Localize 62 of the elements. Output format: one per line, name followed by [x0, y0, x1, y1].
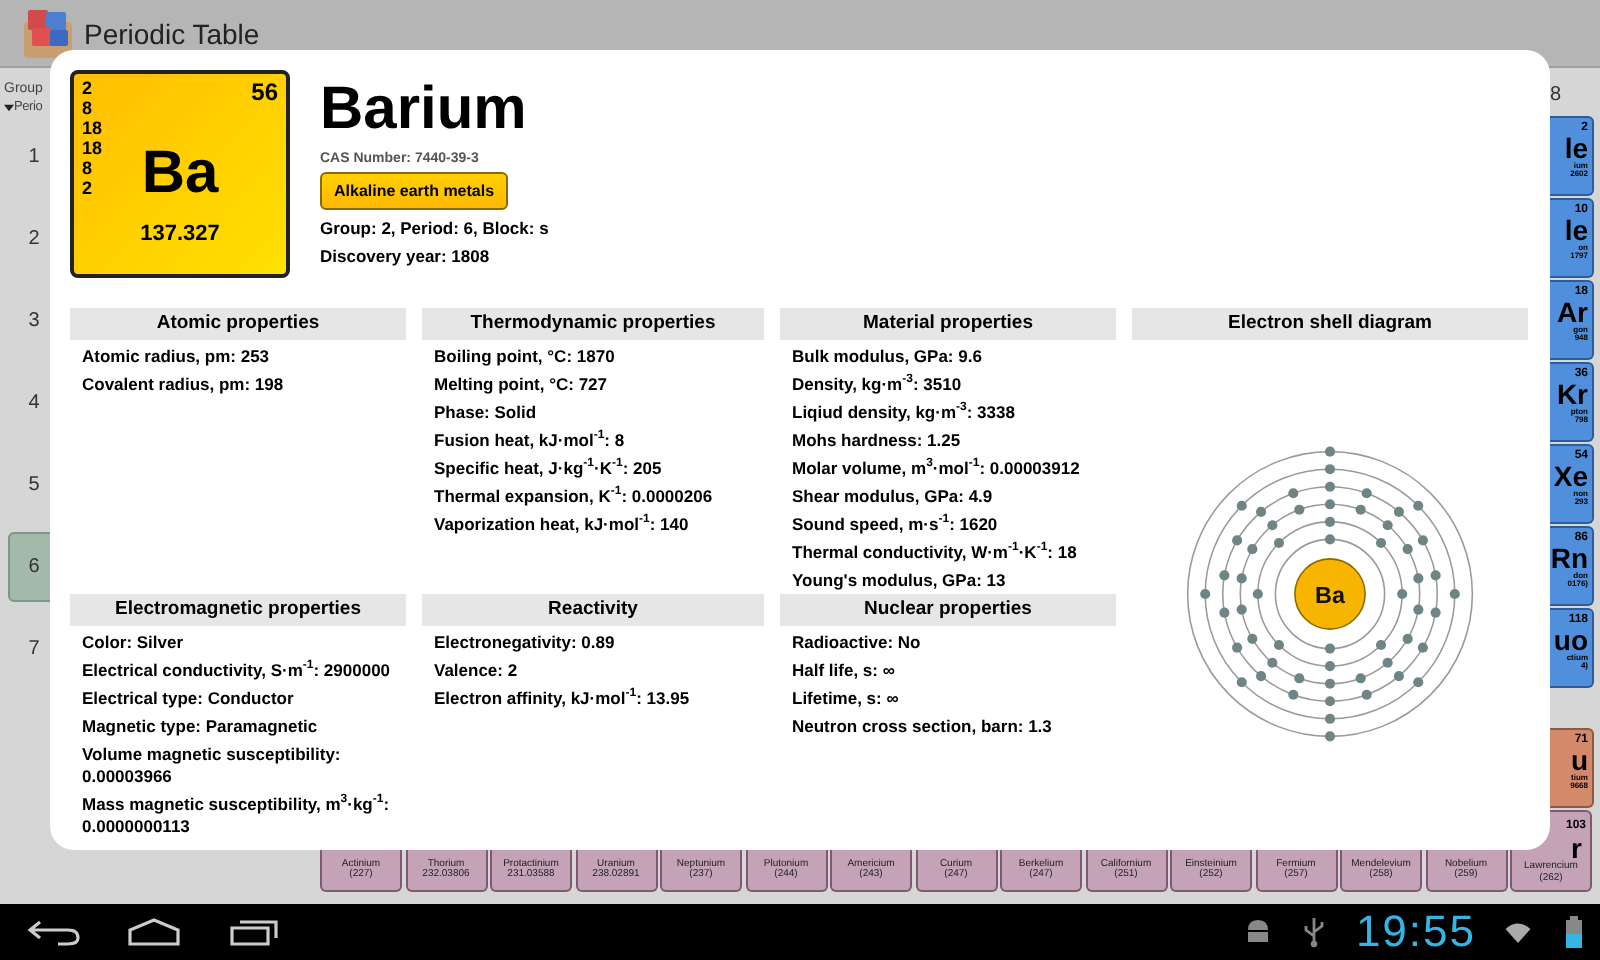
robot-icon	[1243, 916, 1272, 948]
shell-count: 8	[82, 158, 95, 178]
section-header: Material properties	[780, 308, 1116, 340]
property-text: Mass magnetic susceptibility, m$^{3}$·kg$^{-1}$: 0.0000000113	[80, 792, 392, 840]
property-text: Density, kg·m$^{-3}$: 3510	[790, 372, 964, 398]
property-text: Lifetime, s: ∞	[790, 686, 901, 712]
property-text: Covalent radius, pm: 198	[80, 372, 286, 398]
property-text: Valence: 2	[432, 658, 520, 684]
atomic-mass: 137.327	[140, 222, 220, 246]
discovery-text: Discovery year: 1808	[320, 246, 490, 266]
property-text: Atomic radius, pm: 253	[80, 344, 272, 370]
classification-text: Group: 2, Period: 6, Block: s	[320, 218, 549, 238]
shell-count: 18	[82, 118, 103, 138]
property-text: Melting point, °C: 727	[432, 372, 610, 398]
shell-count: 2	[82, 178, 95, 198]
shell-count: 8	[82, 98, 95, 118]
section-header: Electromagnetic properties	[70, 594, 406, 626]
cards-icon[interactable]	[20, 5, 76, 61]
property-text: Sound speed, m·s$^{-1}$: 1620	[790, 512, 1000, 538]
property-text: Molar volume, m$^{3}$·mol$^{-1}$: 0.00003912	[790, 456, 1082, 482]
element-name: Barium	[320, 74, 527, 146]
app-title: Periodic Table	[84, 17, 260, 49]
usb-icon	[1299, 916, 1328, 948]
property-text: Electronegativity: 0.89	[432, 630, 617, 656]
property-text: Mohs hardness: 1.25	[790, 428, 963, 454]
group-number: 8	[1550, 82, 1564, 110]
battery-icon	[1560, 916, 1588, 948]
section-header: Nuclear properties	[780, 594, 1116, 626]
back-icon[interactable]	[24, 916, 84, 948]
section-header: Electron shell diagram	[1132, 308, 1528, 340]
property-text: Phase: Solid	[432, 400, 539, 426]
atomic-number: 56	[251, 78, 278, 106]
property-text: Fusion heat, kJ·mol$^{-1}$: 8	[432, 428, 627, 454]
property-text: Specific heat, J·kg$^{-1}$·K$^{-1}$: 205	[432, 456, 664, 482]
property-text: Liqiud density, kg·m$^{-3}$: 3338	[790, 400, 1017, 426]
clock: 19:55	[1355, 906, 1476, 958]
home-icon[interactable]	[124, 916, 184, 948]
property-text: Electron affinity, kJ·mol$^{-1}$: 13.95	[432, 686, 692, 712]
property-text: Thermal expansion, K$^{-1}$: 0.0000206	[432, 484, 715, 510]
section-header: Reactivity	[422, 594, 764, 626]
shell-count: 2	[82, 78, 95, 98]
property-text: Color: Silver	[80, 630, 186, 656]
section-header: Atomic properties	[70, 308, 406, 340]
property-text: Electrical type: Conductor	[80, 686, 296, 712]
property-text: Boiling point, °C: 1870	[432, 344, 617, 370]
property-text: Shear modulus, GPa: 4.9	[790, 484, 995, 510]
property-text: Half life, s: ∞	[790, 658, 897, 684]
property-text: Bulk modulus, GPa: 9.6	[790, 344, 984, 370]
recent-apps-icon[interactable]	[224, 916, 284, 948]
property-text: Young's modulus, GPa: 13	[790, 568, 1008, 594]
caret-icon	[4, 103, 14, 111]
shell-count: 18	[82, 138, 103, 158]
property-text: Electrical conductivity, S·m$^{-1}$: 2900000	[80, 658, 393, 684]
category-badge[interactable]: Alkaline earth metals	[320, 172, 509, 210]
property-text: Volume magnetic susceptibility: 0.00003966	[80, 742, 343, 790]
section-header: Thermodynamic properties	[422, 308, 764, 340]
property-text: Magnetic type: Paramagnetic	[80, 714, 320, 740]
property-text: Thermal conductivity, W·m$^{-1}$·K$^{-1}$: 18	[790, 540, 1079, 566]
property-text: Radioactive: No	[790, 630, 923, 656]
property-text: Vaporization heat, kJ·mol$^{-1}$: 140	[432, 512, 691, 538]
element-symbol: Ba	[141, 140, 219, 208]
property-text: Neutron cross section, barn: 1.3	[790, 714, 1054, 740]
